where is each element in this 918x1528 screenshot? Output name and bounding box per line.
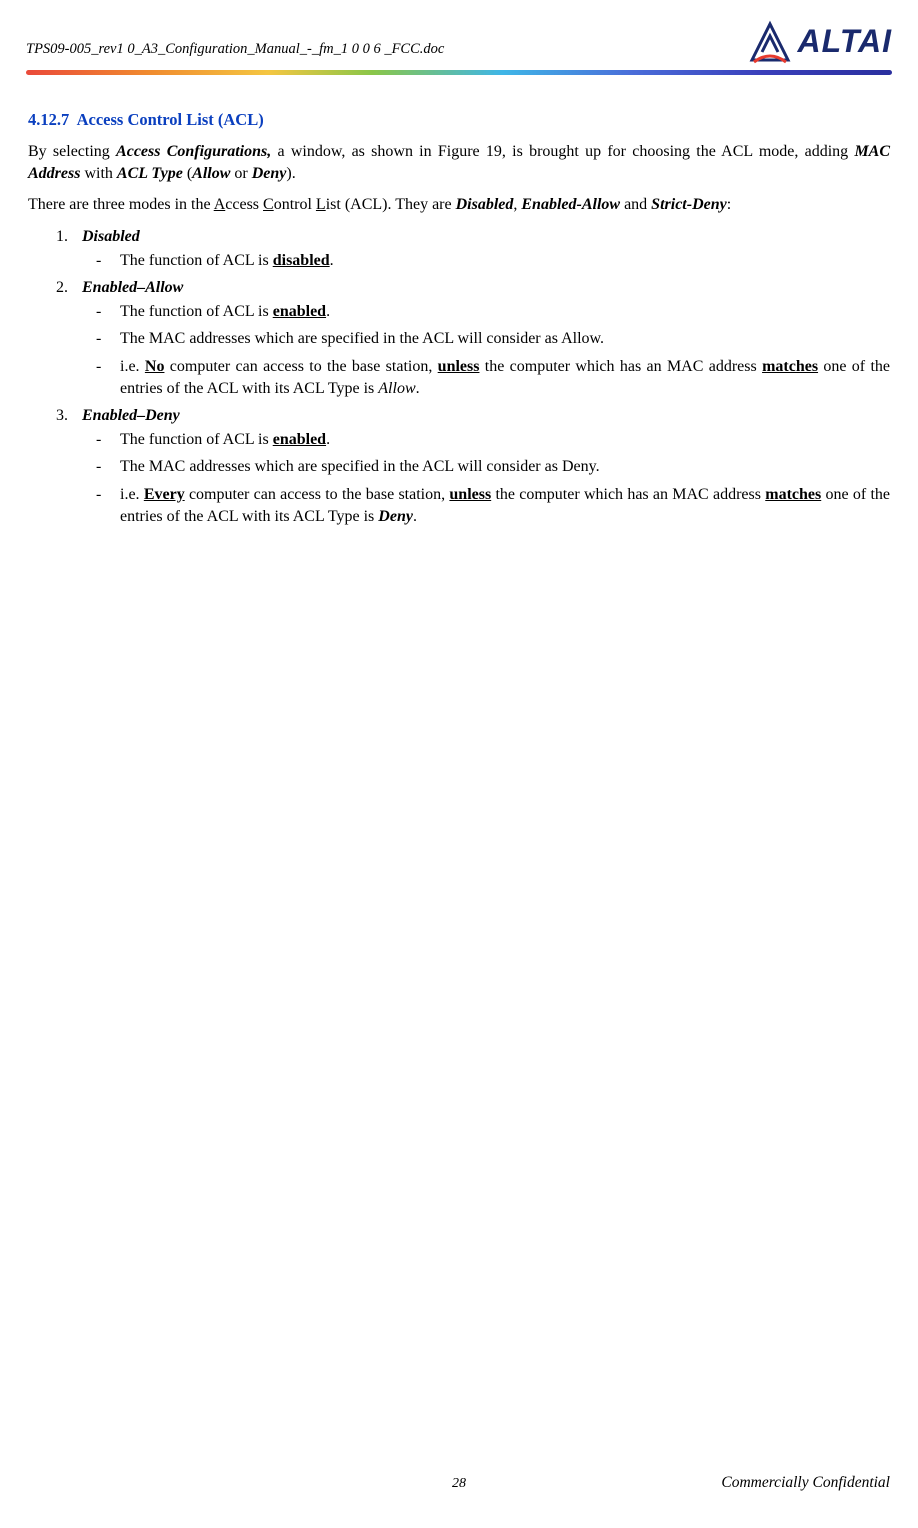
link-access-configurations: Access Configurations, (116, 143, 271, 160)
paragraph-intro-2: There are three modes in the Access Cont… (28, 194, 890, 216)
list-number: 3. (56, 405, 82, 427)
text: By selecting (28, 143, 116, 160)
text: i.e. (120, 358, 145, 375)
text: the computer which has an MAC address (479, 358, 762, 375)
list-item: i.e. Every computer can access to the ba… (96, 484, 890, 527)
text: disabled (273, 252, 330, 269)
text: The MAC addresses which are specified in… (120, 330, 604, 347)
list-item: The function of ACL is enabled. (96, 429, 890, 451)
text: The function of ACL is (120, 252, 273, 269)
section-title: Access Control List (ACL) (77, 110, 264, 129)
text: unless (449, 486, 491, 503)
term-acl-type: ACL Type (117, 165, 183, 182)
list-number: 2. (56, 277, 82, 299)
text: enabled (273, 431, 326, 448)
text: The function of ACL is (120, 303, 273, 320)
text: computer can access to the base station, (185, 486, 450, 503)
text: . (413, 508, 417, 525)
term-allow: Allow (192, 165, 230, 182)
text: Allow (378, 380, 415, 397)
list-item: The MAC addresses which are specified in… (96, 328, 890, 350)
text: the computer which has an MAC address (491, 486, 765, 503)
text: The MAC addresses which are specified in… (120, 458, 600, 475)
section-heading: 4.12.7 Access Control List (ACL) (28, 109, 890, 131)
page-content: 4.12.7 Access Control List (ACL) By sele… (0, 75, 918, 527)
text: i.e. (120, 486, 144, 503)
doc-reference: TPS09-005_rev1 0_A3_Configuration_Manual… (26, 40, 444, 64)
sub-list: The function of ACL is disabled. (56, 250, 890, 272)
list-item: The MAC addresses which are specified in… (96, 456, 890, 478)
list-number: 1. (56, 226, 82, 248)
text: computer can access to the base station, (164, 358, 437, 375)
text: unless (438, 358, 480, 375)
mode-item-enabled-allow: 2.Enabled–Allow The function of ACL is e… (56, 277, 890, 399)
text: ontrol (274, 196, 316, 213)
brand-name: ALTAI (798, 20, 892, 63)
text: ( (183, 165, 192, 182)
mode-item-enabled-deny: 3.Enabled–Deny The function of ACL is en… (56, 405, 890, 527)
text: ist (ACL). They are (326, 196, 456, 213)
term-enabled-allow: Enabled-Allow (521, 196, 620, 213)
confidential-label: Commercially Confidential (721, 1473, 890, 1494)
text: : (727, 196, 731, 213)
text: C (263, 196, 274, 213)
mode-title: Enabled–Allow (82, 279, 183, 296)
list-item: The function of ACL is enabled. (96, 301, 890, 323)
list-item: The function of ACL is disabled. (96, 250, 890, 272)
text: . (416, 380, 420, 397)
text: L (316, 196, 326, 213)
text: Every (144, 486, 185, 503)
text: Deny (378, 508, 413, 525)
page-number: 28 (452, 1475, 466, 1494)
paragraph-intro-1: By selecting Access Configurations, a wi… (28, 141, 890, 184)
text: . (326, 431, 330, 448)
text: ). (286, 165, 295, 182)
text: The function of ACL is (120, 431, 273, 448)
text: ccess (225, 196, 263, 213)
page-footer: 28 Commercially Confidential (0, 1473, 918, 1494)
mode-item-disabled: 1.Disabled The function of ACL is disabl… (56, 226, 890, 271)
term-disabled: Disabled (456, 196, 514, 213)
term-strict-deny: Strict-Deny (651, 196, 727, 213)
sub-list: The function of ACL is enabled. The MAC … (56, 301, 890, 399)
text: A (214, 196, 226, 213)
text: . (330, 252, 334, 269)
term-deny: Deny (252, 165, 287, 182)
text: matches (765, 486, 821, 503)
text: There are three modes in the (28, 196, 214, 213)
text: matches (762, 358, 818, 375)
text: or (230, 165, 251, 182)
text: and (620, 196, 651, 213)
sub-list: The function of ACL is enabled. The MAC … (56, 429, 890, 527)
page-header: TPS09-005_rev1 0_A3_Configuration_Manual… (0, 0, 918, 64)
mode-list: 1.Disabled The function of ACL is disabl… (28, 226, 890, 527)
brand-logo: ALTAI (748, 20, 892, 64)
mode-title: Disabled (82, 228, 140, 245)
text: . (326, 303, 330, 320)
text: enabled (273, 303, 326, 320)
text: with (80, 165, 116, 182)
text: a window, as shown in Figure 19, is brou… (271, 143, 854, 160)
mode-title: Enabled–Deny (82, 407, 180, 424)
text: No (145, 358, 165, 375)
list-item: i.e. No computer can access to the base … (96, 356, 890, 399)
section-number: 4.12.7 (28, 110, 69, 129)
logo-icon (748, 20, 792, 64)
